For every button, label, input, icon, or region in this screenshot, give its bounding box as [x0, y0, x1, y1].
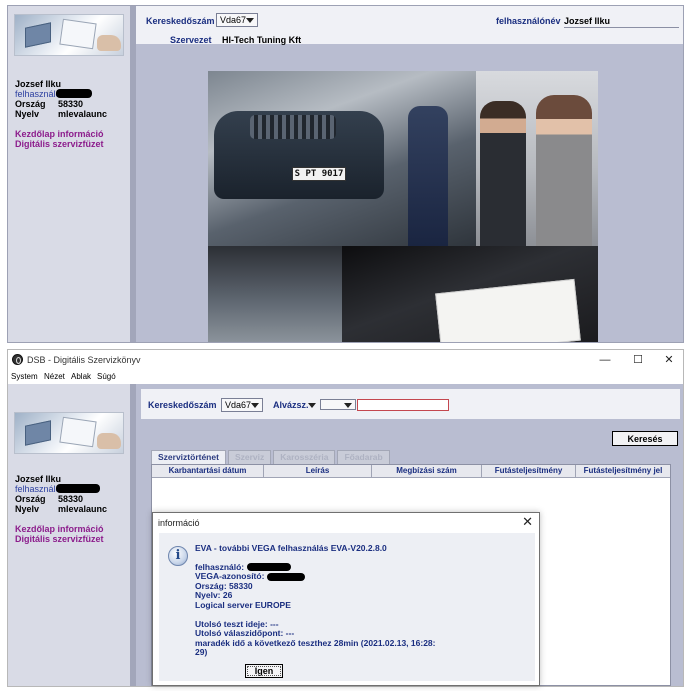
- hero-photo-collage: S PT 9017: [208, 71, 598, 342]
- menu-system[interactable]: System: [11, 372, 38, 381]
- dialog-line: maradék idő a következő teszthez 28min (…: [195, 637, 436, 648]
- column-mileage-sign[interactable]: Futásteljesítmény jel: [576, 465, 670, 477]
- org-value: HI-Tech Tuning Kft: [222, 35, 302, 45]
- dialog-line: 29): [195, 647, 208, 658]
- paper-sheet: [435, 278, 581, 342]
- sidebar: Jozsef Ilku felhasználó Ország 58330 Nye…: [8, 6, 130, 342]
- chassis-type-select[interactable]: [320, 399, 356, 410]
- country-label: Ország: [15, 494, 46, 504]
- language-label: Nyelv: [15, 504, 40, 514]
- dialog-body: i EVA - további VEGA felhasználás EVA-V2…: [159, 533, 535, 681]
- underbody-photo: [208, 246, 342, 342]
- tab-main-assembly[interactable]: Főadarab: [337, 450, 390, 464]
- document-photo: [342, 246, 598, 342]
- dealer-select-value: Vda67: [220, 15, 247, 25]
- tab-bar: Szerviztörténet Szerviz Karosszéria Főad…: [151, 450, 392, 464]
- filter-bar: Kereskedőszám Vda67 Alvázsz.: [141, 389, 680, 419]
- language-label: Nyelv: [15, 109, 40, 119]
- info-icon: i: [168, 546, 188, 566]
- mechanic-figure: [408, 106, 448, 246]
- dialog-line: EVA - további VEGA felhasználás EVA-V20.…: [195, 543, 387, 553]
- logo-image: [14, 412, 124, 454]
- user-label: felhasználó: [15, 89, 61, 99]
- chevron-down-icon[interactable]: [308, 403, 316, 408]
- column-mileage[interactable]: Futásteljesítmény: [482, 465, 576, 477]
- chassis-number-input[interactable]: [357, 399, 449, 411]
- dealer-select[interactable]: Vda67: [216, 13, 258, 27]
- minimize-button[interactable]: —: [590, 352, 620, 368]
- chassis-label: Alvázsz.: [273, 400, 309, 410]
- country-value: 58330: [58, 99, 84, 109]
- user-label: felhasználó: [15, 484, 61, 494]
- window-title: DSB - Digitális Szervizkönyv: [27, 355, 141, 365]
- info-dialog: információ ✕ i EVA - további VEGA felhas…: [152, 512, 540, 686]
- title-bar: DSB - Digitális Szervizkönyv — ☐ ✕: [8, 350, 683, 370]
- country-value: 58330: [58, 494, 84, 504]
- dealer-select[interactable]: Vda67: [221, 398, 263, 412]
- car-grille: [250, 115, 336, 139]
- menu-window[interactable]: Ablak: [71, 372, 91, 381]
- dialog-close-button[interactable]: ✕: [522, 514, 533, 530]
- org-label: Szervezet: [170, 35, 212, 45]
- consultants-photo: [476, 71, 598, 246]
- tab-body[interactable]: Karosszéria: [273, 450, 336, 464]
- country-label: Ország: [15, 99, 46, 109]
- maximize-button[interactable]: ☐: [623, 352, 653, 368]
- dealer-label: Kereskedőszám: [148, 400, 217, 410]
- digital-service-book-link[interactable]: Digitális szervizfüzet: [15, 534, 127, 544]
- dialog-line: Logical server EUROPE: [195, 599, 291, 610]
- chevron-down-icon: [246, 18, 254, 23]
- header-bar: Kereskedőszám Vda67 felhasználónév Jozse…: [136, 6, 683, 45]
- redacted-mark: [56, 89, 92, 98]
- close-window-button[interactable]: ✕: [654, 352, 683, 368]
- table-header: Karbantartási dátum Leírás Megbízási szá…: [152, 465, 670, 478]
- language-value: mlevalaunc: [58, 109, 108, 119]
- tab-service[interactable]: Szerviz: [227, 450, 272, 464]
- sidebar-divider: [130, 384, 136, 686]
- dealer-label: Kereskedőszám: [146, 16, 215, 26]
- username-label: felhasználónév: [496, 16, 561, 26]
- menu-view[interactable]: Nézet: [44, 372, 65, 381]
- column-description[interactable]: Leírás: [264, 465, 372, 477]
- woman-figure: [536, 95, 592, 246]
- username-value: Jozsef Ilku: [564, 16, 611, 26]
- chevron-down-icon: [251, 403, 259, 408]
- dialog-line: Ország: 58330: [195, 580, 253, 591]
- digital-service-book-link[interactable]: Digitális szervizfüzet: [15, 139, 127, 149]
- user-info: Jozsef Ilku felhasználó Ország 58330 Nye…: [15, 474, 127, 544]
- user-name: Jozsef Ilku: [15, 79, 62, 89]
- home-info-link[interactable]: Kezdőlap információ: [15, 524, 127, 534]
- username-underline: [564, 27, 679, 28]
- window-sidebar: Jozsef Ilku felhasználó Ország 58330 Nye…: [8, 384, 130, 686]
- sidebar-divider: [130, 6, 136, 342]
- user-info: Jozsef Ilku felhasználó Ország 58330 Nye…: [15, 79, 127, 149]
- dialog-message: EVA - további VEGA felhasználás EVA-V20.…: [195, 543, 525, 658]
- chevron-down-icon: [344, 403, 352, 408]
- man-figure: [480, 101, 526, 246]
- redacted-mark: [246, 563, 291, 572]
- tab-service-history[interactable]: Szerviztörténet: [151, 450, 226, 464]
- top-app-panel: Jozsef Ilku felhasználó Ország 58330 Nye…: [7, 5, 684, 343]
- language-value: mlevalaunc: [58, 504, 108, 514]
- redacted-mark: [266, 572, 305, 581]
- dealer-select-value: Vda67: [225, 400, 252, 410]
- column-maintenance-date[interactable]: Karbantartási dátum: [152, 465, 264, 477]
- ok-button[interactable]: Igen: [245, 664, 283, 678]
- user-name: Jozsef Ilku: [15, 474, 62, 484]
- mercedes-star-icon: [12, 354, 23, 365]
- workshop-photo: S PT 9017: [208, 71, 476, 246]
- license-plate: S PT 9017: [292, 167, 346, 181]
- logo-image: [14, 14, 124, 56]
- dialog-title: információ: [158, 518, 200, 528]
- menu-help[interactable]: Súgó: [97, 372, 116, 381]
- redacted-mark: [56, 484, 100, 493]
- menu-bar: System Nézet Ablak Súgó: [8, 370, 683, 384]
- home-info-link[interactable]: Kezdőlap információ: [15, 129, 127, 139]
- column-order-number[interactable]: Megbízási szám: [372, 465, 482, 477]
- search-button[interactable]: Keresés: [612, 431, 678, 446]
